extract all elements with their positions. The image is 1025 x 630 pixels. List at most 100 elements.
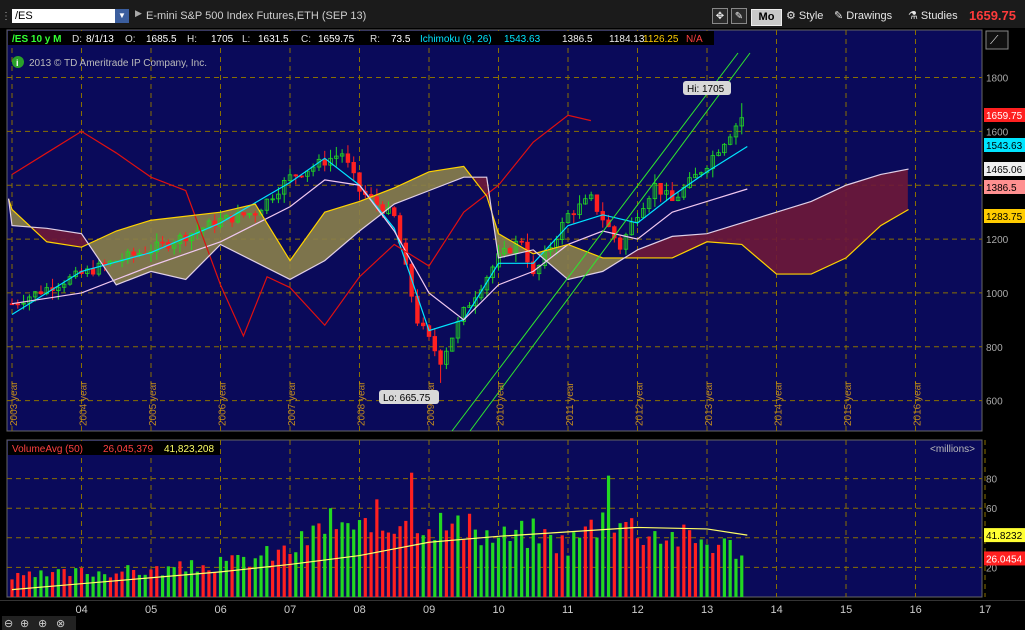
- symbol-dropdown-icon[interactable]: ▼: [115, 9, 129, 23]
- pen-icon: ✎: [834, 10, 847, 22]
- volume-bar: [50, 572, 55, 597]
- volume-bar: [635, 538, 640, 597]
- top-toolbar: ⋮ /ES ▼ ▶ E-mini S&P 500 Index Futures,E…: [0, 0, 1025, 28]
- x-tick-label: 2007 year: [287, 381, 298, 426]
- price-chart[interactable]: 60080010001200140016001800 2003 year2004…: [0, 28, 1025, 433]
- volume-badge-text: 41.8232: [986, 531, 1023, 542]
- volume-bar: [566, 555, 570, 597]
- volume-bar: [664, 540, 669, 597]
- volume-bar: [520, 520, 524, 597]
- volume-bar: [728, 540, 732, 597]
- studies-label: Studies: [920, 10, 958, 22]
- volume-bar: [236, 555, 240, 597]
- candle-body: [507, 247, 513, 254]
- high-label: H:: [187, 34, 197, 45]
- candle-body: [432, 336, 437, 352]
- volume-y-tick: 60: [986, 504, 998, 515]
- low-label: L:: [242, 34, 250, 45]
- volume-bar: [259, 555, 263, 597]
- y-tick-label: 1200: [986, 235, 1009, 246]
- volume-bar: [85, 574, 89, 597]
- volume-bar: [392, 533, 396, 597]
- volume-bar: [404, 520, 408, 597]
- volume-bar: [21, 575, 26, 597]
- volume-bar: [334, 529, 338, 597]
- high-label-box: Hi: 1705: [683, 81, 731, 95]
- price-badge-text: 1659.75: [986, 111, 1023, 122]
- candle-body: [519, 240, 524, 243]
- volume-bar: [10, 579, 14, 597]
- volume-bar: [415, 533, 420, 597]
- volume-bar: [427, 529, 431, 597]
- volume-bar: [224, 560, 228, 597]
- volume-bar: [79, 568, 84, 597]
- style-button[interactable]: ⚙ Style: [786, 8, 823, 25]
- volume-bar: [647, 536, 651, 597]
- volume-bar: [323, 533, 327, 597]
- volume-bar: [340, 522, 344, 597]
- volume-bar: [103, 574, 107, 597]
- last-price: 1659.75: [969, 8, 1016, 23]
- volume-x-tick: 08: [354, 604, 366, 616]
- open-label: O:: [125, 34, 136, 45]
- volume-bar: [126, 565, 130, 597]
- x-tick-label: 2006 year: [218, 381, 229, 426]
- x-tick-label: 2011 year: [565, 382, 576, 426]
- style-label: Style: [798, 10, 824, 22]
- volume-pane[interactable]: 20406080 41.823226.0454 VolumeAvg (50) 2…: [0, 437, 1025, 630]
- x-tick-label: 2016 year: [913, 381, 924, 426]
- volume-bar: [160, 575, 165, 597]
- volume-y-tick: 80: [986, 475, 998, 486]
- resize-handle-icon[interactable]: ⋮: [1, 9, 11, 25]
- volume-plot-area: [6, 439, 983, 598]
- volume-bar: [618, 523, 622, 597]
- volume-bar: [525, 547, 530, 597]
- zoom-out-icon[interactable]: ⊖: [4, 618, 13, 630]
- candle-body: [90, 268, 96, 275]
- y-tick-label: 1800: [986, 74, 1009, 85]
- volume-bar: [62, 569, 66, 597]
- volume-bar: [207, 570, 211, 597]
- volume-bar: [473, 529, 477, 597]
- drawings-button[interactable]: ✎ Drawings: [834, 8, 892, 25]
- price-badge-text: 1543.63: [986, 141, 1023, 152]
- pencil-tool-icon[interactable]: ✎: [731, 8, 747, 24]
- volume-bar: [166, 566, 170, 597]
- volume-bar: [357, 520, 362, 597]
- volume-bar: [577, 537, 582, 597]
- volume-bar: [699, 539, 703, 597]
- mo-button[interactable]: Mo: [751, 9, 782, 26]
- reset-zoom-icon[interactable]: ⊗: [56, 618, 65, 630]
- volume-bar: [479, 545, 483, 597]
- volume-bar: [213, 572, 217, 597]
- candle-body: [421, 322, 426, 327]
- low-value: 1631.5: [258, 34, 289, 45]
- volume-x-tick: 12: [632, 604, 644, 616]
- candle-body: [293, 174, 298, 177]
- candle-body: [131, 251, 136, 256]
- volume-bar: [537, 543, 541, 597]
- crosshair-icon[interactable]: ✥: [712, 8, 728, 24]
- date-label: D:: [72, 34, 82, 45]
- symbol-input[interactable]: /ES: [12, 9, 115, 23]
- x-tick-label: 2010 year: [496, 381, 507, 426]
- studies-button[interactable]: ⚗ Studies: [908, 8, 958, 25]
- volume-bar: [375, 499, 379, 597]
- volume-bar: [508, 541, 512, 597]
- volume-bar: [716, 544, 721, 597]
- volume-bar: [410, 472, 414, 597]
- volume-bar: [201, 565, 205, 597]
- volume-badge-text: 26.0454: [986, 554, 1023, 565]
- volume-x-tick: 11: [562, 604, 573, 616]
- volume-bar: [189, 560, 194, 597]
- volume-bar: [496, 537, 501, 597]
- y-tick-label: 1600: [986, 127, 1009, 138]
- volume-bar: [149, 569, 153, 597]
- volume-bar: [682, 524, 686, 597]
- volume-bar: [369, 532, 373, 597]
- candle-body: [102, 262, 107, 265]
- volume-bar: [740, 555, 744, 597]
- zoom-in-icon[interactable]: ⊕: [20, 618, 29, 630]
- magnifier-icon[interactable]: ⊕: [38, 618, 47, 630]
- volume-bar: [363, 518, 367, 597]
